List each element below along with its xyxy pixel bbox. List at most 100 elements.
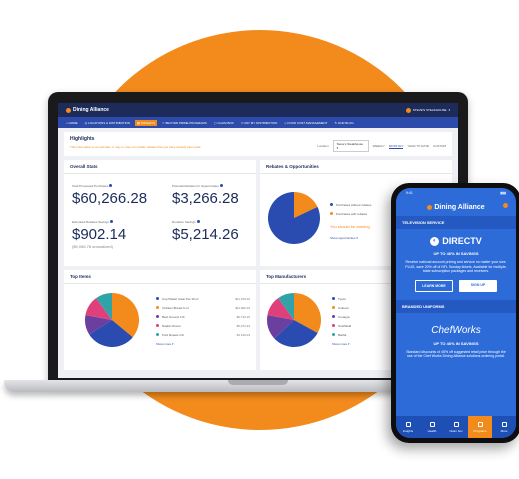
phone-header: Dining Alliance bbox=[396, 198, 516, 216]
top-items-title: Top Items bbox=[64, 270, 256, 284]
phone-status-bar: 9:41 ▮▮▮ bbox=[396, 188, 516, 198]
phone-screen: 9:41 ▮▮▮ Dining Alliance TELEVISION SERV… bbox=[396, 188, 516, 438]
top-items-show-more[interactable]: Show more ▾ bbox=[156, 342, 174, 346]
brand-mark-icon bbox=[427, 204, 433, 210]
item-value: $11,156.02 bbox=[235, 296, 250, 301]
nav-beyond-prime[interactable]: ☆ BEYOND PRIME PROGRAMS bbox=[160, 120, 209, 126]
stat-value: $60,266.28 bbox=[72, 190, 148, 207]
item-value: $5,072.23 bbox=[236, 323, 250, 328]
location-label: Location bbox=[317, 144, 329, 148]
user-avatar-icon bbox=[405, 107, 411, 113]
tab-weekly[interactable]: WEEKLY bbox=[373, 144, 385, 148]
offer-buttons: LEARN MORE SIGN UP bbox=[404, 279, 508, 292]
tab-health[interactable]: Health bbox=[420, 416, 444, 438]
manufacturer-label: Conagra bbox=[338, 314, 350, 319]
brand-logo[interactable]: Dining Alliance bbox=[66, 107, 109, 113]
item-label: Cup Plastic Clear Pet 16 oz bbox=[162, 296, 199, 301]
overall-stats-title: Overall Stats bbox=[64, 160, 256, 174]
info-icon[interactable] bbox=[109, 184, 113, 187]
manufacturer-label: Barilla bbox=[338, 332, 347, 337]
stat-potential-rebates: Potential Rebates for Opportunities $3,2… bbox=[172, 184, 239, 207]
legend-label: Purchases without rebates bbox=[336, 202, 372, 207]
top-bar: Dining Alliance STEVE'S STEAKHOUSE ▾ bbox=[58, 103, 458, 117]
tab-insights[interactable]: Insights bbox=[396, 416, 420, 438]
nav-home[interactable]: ⌂ HOME bbox=[64, 120, 80, 126]
stat-label: Potential Rebates for Opportunities bbox=[172, 184, 219, 188]
signup-button[interactable]: SIGN UP bbox=[459, 279, 497, 292]
stat-value: $3,266.28 bbox=[172, 190, 239, 207]
rebates-note: You should be earning bbox=[330, 224, 370, 229]
stat-value: $902.14 bbox=[72, 226, 127, 243]
section-uniforms: BRANDED UNIFORMS bbox=[396, 299, 516, 313]
nav-food-cost[interactable]: ◇ FOOD COST MANAGEMENT bbox=[282, 120, 329, 126]
highlights-controls: Location Steve's Steakhouse ▾ WEEKLY MON… bbox=[317, 140, 446, 152]
nav-locations[interactable]: ◎ LOCATIONS & DISTRIBUTION bbox=[83, 120, 132, 126]
top-manufacturers-pie-chart bbox=[267, 293, 321, 347]
more-icon bbox=[501, 421, 507, 427]
offer-headline: UP TO 46% IN SAVINGS bbox=[433, 340, 479, 346]
offer-description: Receive national account pricing and ser… bbox=[405, 260, 507, 273]
legend-dot bbox=[330, 212, 333, 215]
info-icon[interactable] bbox=[219, 184, 223, 187]
health-icon bbox=[429, 421, 435, 427]
item-value: $11,062.02 bbox=[235, 305, 250, 310]
offer-description: Standard discounts of 45% off suggested … bbox=[406, 349, 506, 359]
item-value: $6,743.15 bbox=[236, 314, 250, 319]
user-menu[interactable]: STEVE'S STEAKHOUSE ▾ bbox=[405, 107, 450, 113]
directv-icon: ◐ bbox=[430, 236, 440, 246]
top-items-pie-chart bbox=[85, 293, 139, 347]
section-television: TELEVISION SERVICE bbox=[396, 216, 516, 229]
phone-tab-bar: Insights Health Claim box Programs More bbox=[396, 416, 516, 438]
tab-programs[interactable]: Programs bbox=[468, 416, 492, 438]
top-items-card: Top Items Cup Plastic Clear Pet 16 oz $11… bbox=[64, 270, 256, 370]
user-name: STEVE'S STEAKHOUSE bbox=[412, 108, 447, 112]
nav-claim-box[interactable]: ▢ CLAIM BOX bbox=[212, 120, 236, 126]
phone-brand: Dining Alliance bbox=[434, 203, 485, 211]
stat-label: Total Processed Purchases bbox=[72, 184, 109, 188]
top-items-legend: Cup Plastic Clear Pet 16 oz $11,156.02 Ch… bbox=[156, 294, 250, 339]
info-icon[interactable] bbox=[109, 220, 113, 223]
directv-logo: ◐ DIRECTV bbox=[404, 236, 508, 246]
learn-more-button[interactable]: LEARN MORE bbox=[415, 279, 453, 292]
highlights-panel: Highlights This information is an estima… bbox=[64, 132, 452, 156]
nav-insights[interactable]: ▦ INSIGHTS bbox=[135, 119, 157, 126]
stat-subtext: ($9,056.78 annualized) bbox=[72, 244, 113, 249]
location-select[interactable]: Steve's Steakhouse ▾ bbox=[332, 140, 369, 152]
tab-more[interactable]: More bbox=[492, 416, 516, 438]
stat-value: $5,214.26 bbox=[172, 226, 239, 243]
insights-icon bbox=[405, 421, 411, 427]
legend-dot bbox=[330, 203, 333, 206]
manufacturer-label: Unilever bbox=[338, 305, 350, 310]
main-nav: ⌂ HOME ◎ LOCATIONS & DISTRIBUTION ▦ INSI… bbox=[58, 117, 458, 128]
offer-headline: UP TO 46% IN SAVINGS bbox=[433, 251, 479, 256]
tab-monthly[interactable]: MONTHLY bbox=[388, 144, 404, 149]
item-label: Beef Ground 4 lb bbox=[162, 314, 185, 319]
chevron-down-icon: ▾ bbox=[448, 108, 450, 112]
battery-icon: ▮▮▮ bbox=[500, 191, 506, 195]
status-time: 9:41 bbox=[406, 191, 413, 195]
item-value: $4,146.03 bbox=[236, 332, 250, 337]
notification-icon[interactable] bbox=[503, 203, 508, 208]
item-label: Napkin Dinner bbox=[162, 323, 182, 328]
item-label: Chicken Breast 6 oz bbox=[162, 305, 189, 310]
tab-claim-box[interactable]: Claim box bbox=[444, 416, 468, 438]
tab-custom[interactable]: CUSTOM bbox=[433, 144, 446, 148]
manufacturer-label: Smithfield bbox=[338, 323, 352, 328]
legend-label: Purchases with rebates bbox=[336, 211, 368, 216]
claim-icon bbox=[453, 421, 459, 427]
stat-total-purchases: Total Processed Purchases $60,266.28 bbox=[72, 184, 147, 207]
stat-estimated-rebates: Estimated Rebates Savings $902.14 ($9,05… bbox=[72, 220, 126, 249]
laptop-notch bbox=[228, 380, 288, 385]
overall-stats-card: Overall Stats Total Processed Purchases … bbox=[64, 160, 256, 266]
nav-blog[interactable]: ✎ OUR BLOG bbox=[333, 120, 356, 126]
stat-label: Donation Savings bbox=[172, 220, 196, 224]
brand-name: Dining Alliance bbox=[73, 107, 109, 113]
info-icon[interactable] bbox=[196, 220, 200, 223]
item-label: Pork Roasts 4 lb bbox=[162, 332, 185, 337]
rebates-title: Rebates & Opportunities bbox=[260, 160, 452, 174]
nav-pay-distribution[interactable]: ▭ PAY MY DISTRIBUTION bbox=[239, 120, 279, 126]
top-manufacturers-show-more[interactable]: Show more ▾ bbox=[332, 342, 350, 346]
tab-year-to-date[interactable]: YEAR TO DATE bbox=[407, 144, 429, 148]
show-opportunities-link[interactable]: Show opportunities ▾ bbox=[330, 236, 358, 240]
chefworks-offer: ChefWorks UP TO 46% IN SAVINGS Standard … bbox=[396, 313, 516, 359]
